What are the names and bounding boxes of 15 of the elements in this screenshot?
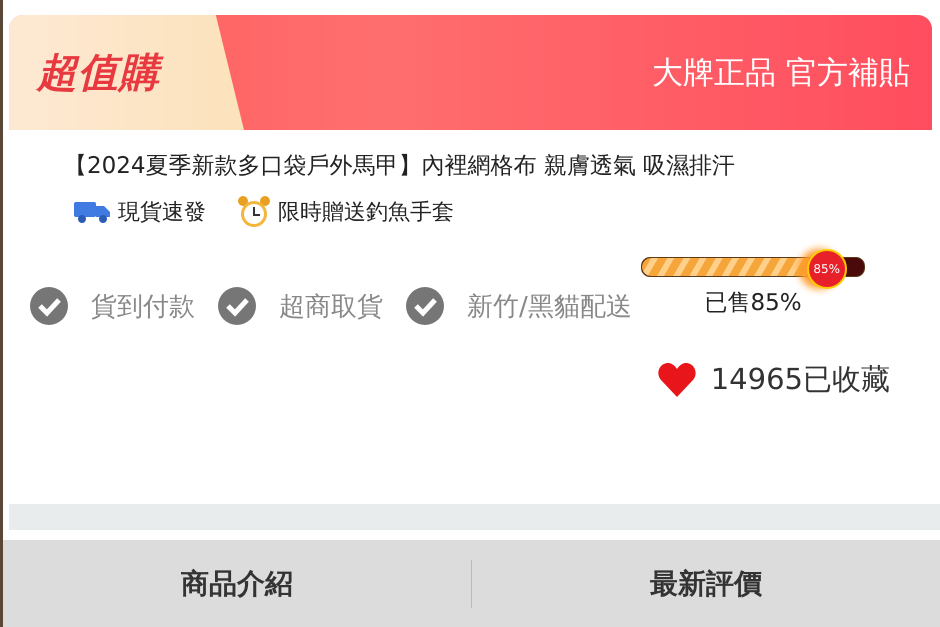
sold-label: 已售85% [704, 289, 802, 318]
service-label: 超商取貨 [279, 290, 383, 324]
alarm-clock-icon [236, 195, 272, 229]
service-label: 貨到付款 [91, 290, 195, 324]
favorites-count: 14965已收藏 [710, 361, 890, 398]
product-title: 【2024夏季新款多口袋戶外馬甲】內裡網格布 親膚透氣 吸濕排汗 [64, 152, 736, 181]
heart-icon [656, 362, 697, 398]
service-label: 新竹/黑貓配送 [467, 290, 632, 324]
progress-badge: 85% [806, 249, 847, 289]
banner-slogan: 大牌正品 官方補貼 [652, 54, 910, 92]
tab[interactable]: 最新評價 [472, 540, 940, 627]
tag-label: 現貨速發 [118, 199, 206, 227]
truck-icon [72, 199, 112, 225]
tag-label: 限時贈送釣魚手套 [278, 199, 454, 227]
tab[interactable]: 商品介紹 [3, 540, 471, 627]
